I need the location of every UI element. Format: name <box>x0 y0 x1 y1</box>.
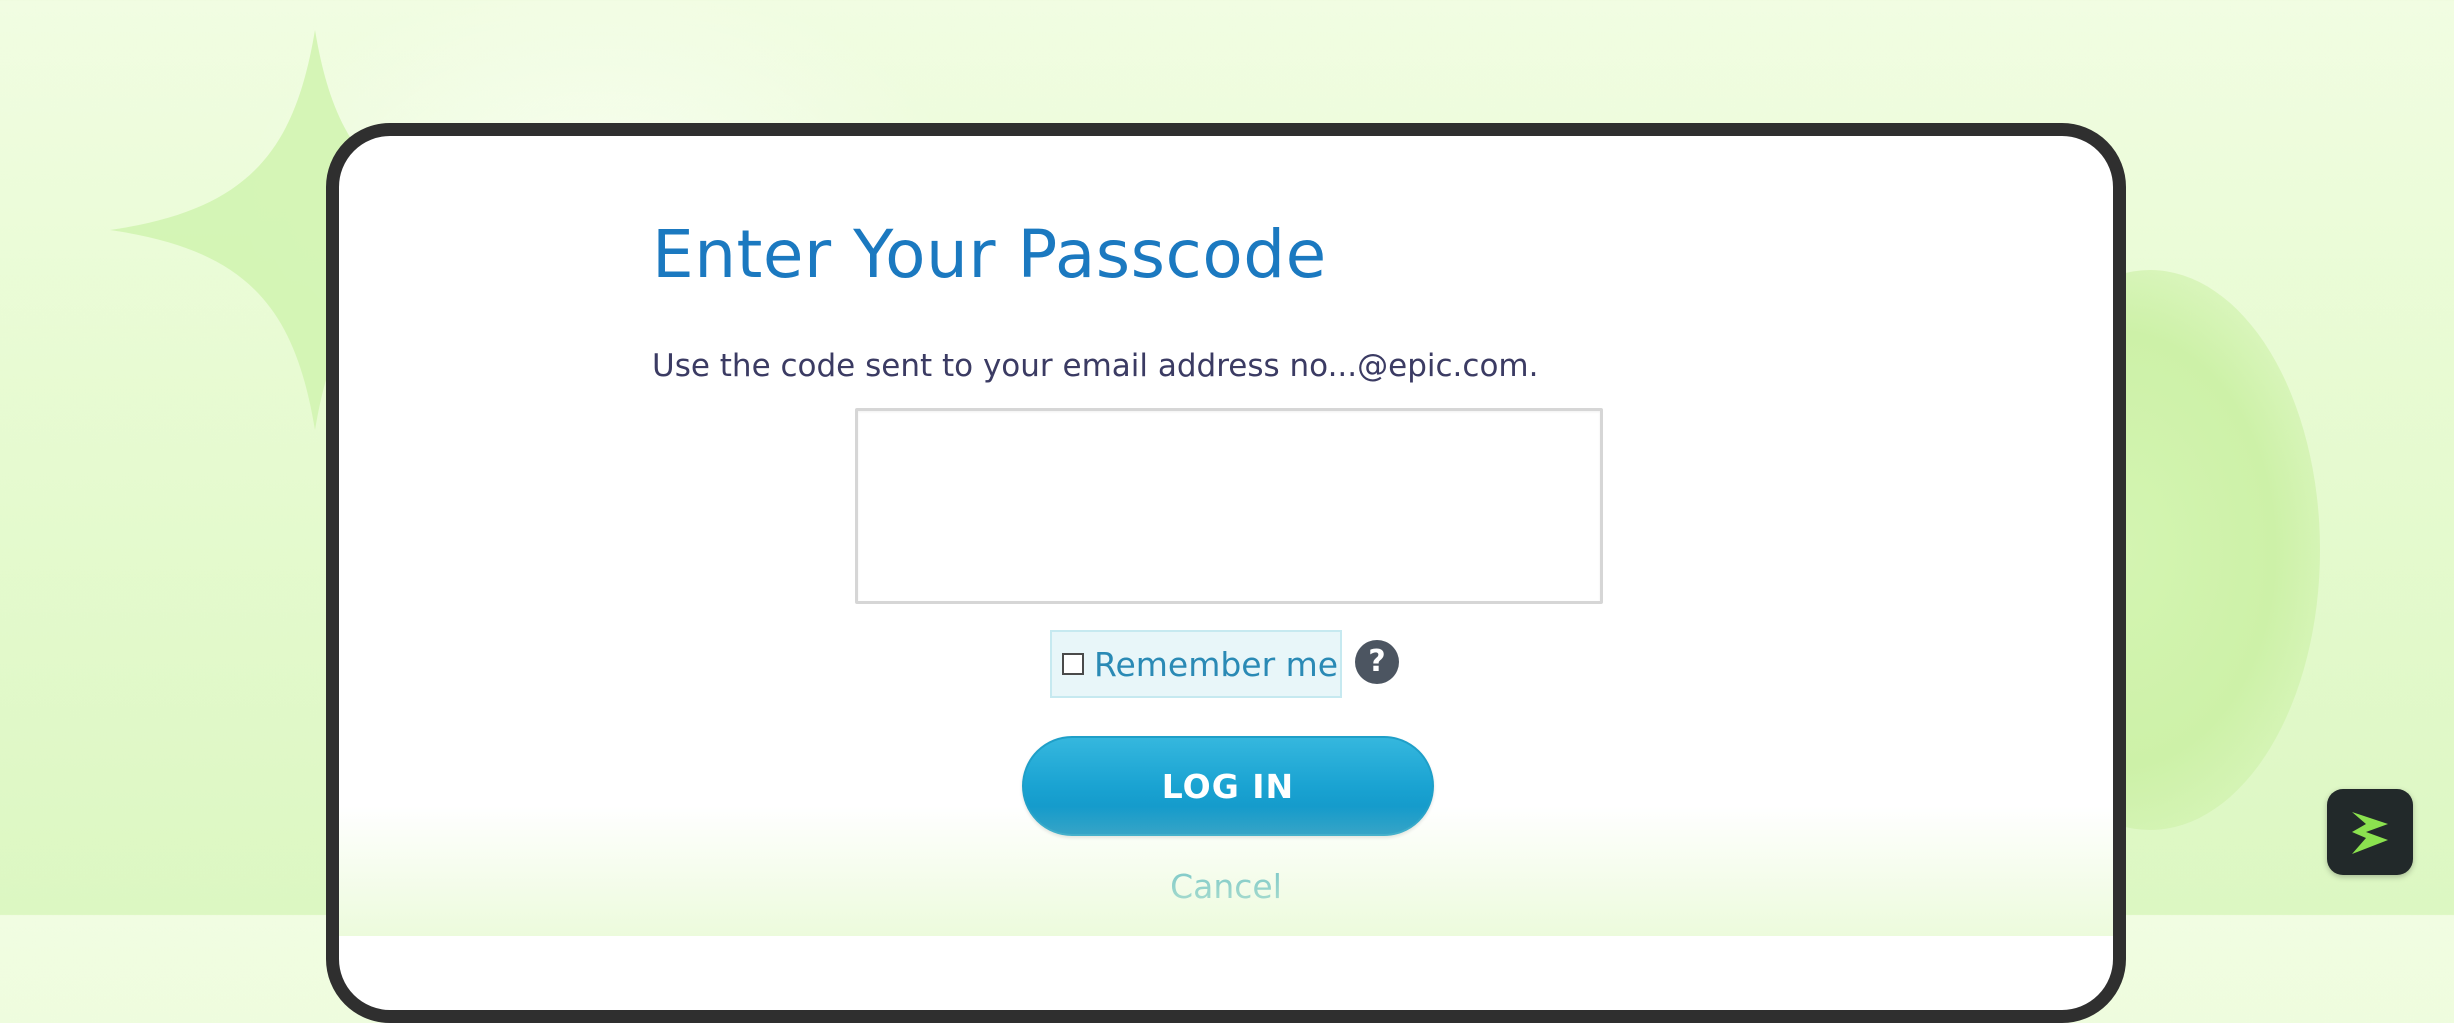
remember-me-checkbox[interactable]: Remember me <box>1050 630 1342 698</box>
remember-me-label: Remember me <box>1094 644 1339 684</box>
checkbox-box[interactable] <box>1062 653 1084 675</box>
passcode-input[interactable] <box>855 408 1603 604</box>
instruction-text: Use the code sent to your email address … <box>652 348 1539 384</box>
page-title: Enter Your Passcode <box>652 216 1327 293</box>
lightning-logo-icon <box>2352 812 2388 854</box>
cancel-link-row: Cancel <box>339 867 2113 906</box>
brand-logo-badge <box>2327 789 2413 875</box>
login-button[interactable]: LOG IN <box>1022 736 1434 836</box>
device-frame: Enter Your Passcode Use the code sent to… <box>326 123 2126 1023</box>
question-circle-icon[interactable]: ? <box>1355 640 1399 684</box>
cancel-link[interactable]: Cancel <box>1170 867 1282 906</box>
